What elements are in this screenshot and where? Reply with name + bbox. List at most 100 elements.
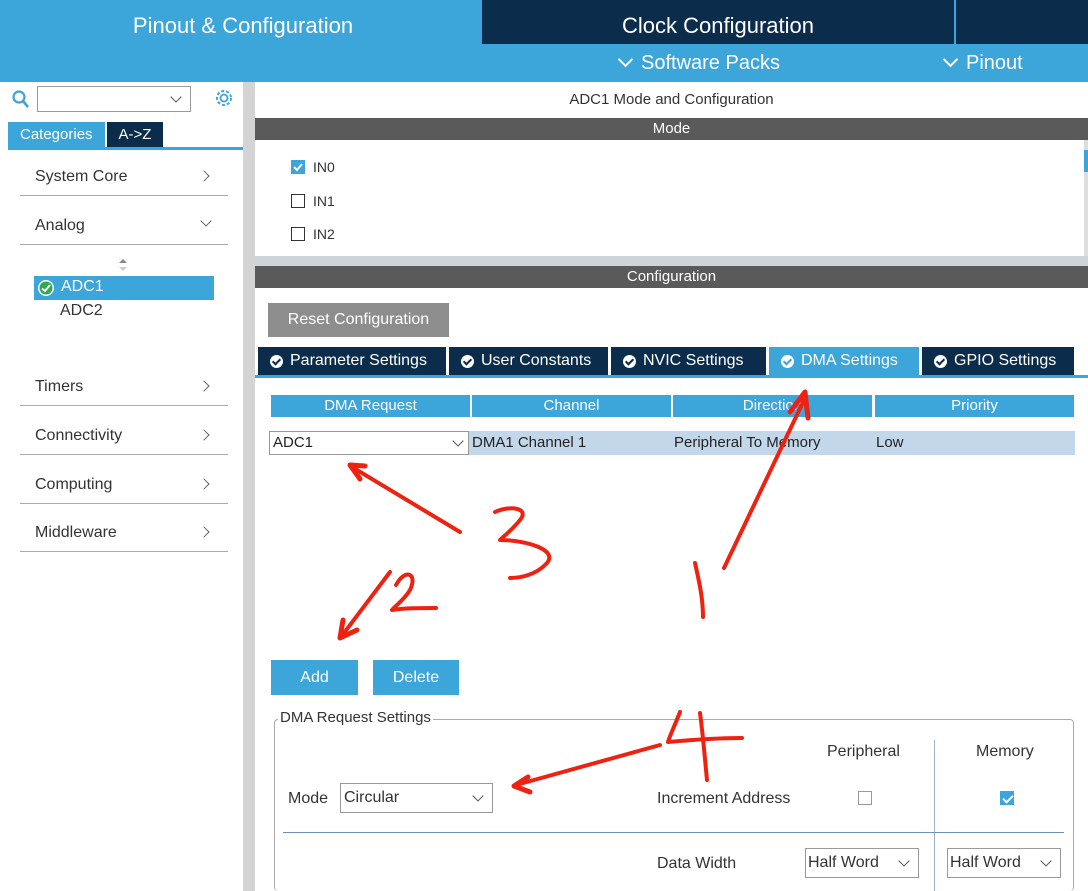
category-label: Connectivity: [35, 427, 123, 444]
memory-column-header: Memory: [976, 743, 1034, 760]
peripheral-width-value: Half Word: [808, 854, 879, 871]
analog-item-label: ADC1: [61, 278, 104, 295]
peripheral-column-header: Peripheral: [827, 743, 900, 760]
software-packs-menu[interactable]: Software Packs: [617, 44, 780, 82]
chevron-down-icon: [898, 855, 910, 867]
channel-label: IN1: [313, 193, 335, 209]
check-circle-icon: [781, 355, 794, 368]
configuration-section-header: Configuration: [255, 266, 1088, 288]
chevron-down-icon: [617, 51, 634, 68]
divider: [283, 832, 1064, 833]
tab-parameter-settings[interactable]: Parameter Settings: [258, 347, 446, 375]
dma-request-value: ADC1: [273, 434, 314, 451]
group-legend: DMA Request Settings: [278, 709, 433, 726]
chevron-down-icon: [200, 215, 212, 227]
channel-label: IN0: [313, 159, 335, 175]
software-packs-label: Software Packs: [641, 52, 780, 74]
memory-width-value: Half Word: [950, 854, 1021, 871]
chevron-right-icon: [198, 526, 210, 538]
tab-label: User Constants: [481, 352, 592, 369]
category-label: Analog: [35, 217, 85, 234]
sub-toolbar: Software Packs Pinout: [0, 44, 1088, 82]
tab-more[interactable]: [956, 0, 1088, 44]
gear-icon[interactable]: [213, 87, 235, 109]
panel-splitter[interactable]: [255, 256, 1088, 266]
category-label: System Core: [35, 168, 128, 185]
memory-increment-checkbox[interactable]: [1000, 791, 1014, 805]
chevron-right-icon: [198, 380, 210, 392]
sort-icon[interactable]: [118, 258, 128, 272]
page-title: ADC1 Mode and Configuration: [569, 91, 774, 108]
top-tab-bar: Pinout & Configuration Clock Configurati…: [0, 0, 1088, 44]
cell-channel: DMA1 Channel 1: [472, 434, 587, 451]
cell-direction: Peripheral To Memory: [674, 434, 821, 451]
mode-panel: IN0 IN1 IN2: [255, 140, 1085, 256]
add-button[interactable]: Add: [271, 660, 358, 695]
tab-a-z[interactable]: A->Z: [106, 122, 164, 147]
search-input[interactable]: [37, 86, 191, 112]
category-connectivity[interactable]: Connectivity: [20, 421, 228, 455]
tab-nvic-settings[interactable]: NVIC Settings: [611, 347, 766, 375]
sidebar-tabs: Categories A->Z: [8, 122, 164, 147]
tab-gpio-settings[interactable]: GPIO Settings: [922, 347, 1074, 375]
chevron-down-icon[interactable]: [170, 91, 182, 103]
pinout-menu[interactable]: Pinout: [942, 44, 1023, 82]
tab-pinout-configuration[interactable]: Pinout & Configuration: [6, 0, 480, 44]
search-icon[interactable]: [12, 90, 30, 110]
category-middleware[interactable]: Middleware: [20, 518, 228, 552]
tab-underline: [255, 375, 1088, 378]
tab-dma-settings[interactable]: DMA Settings: [769, 347, 919, 375]
mode-label: Mode: [288, 790, 329, 807]
category-computing[interactable]: Computing: [20, 470, 228, 504]
mode-select[interactable]: Circular: [340, 783, 493, 813]
chevron-down-icon: [472, 790, 484, 802]
tab-label: GPIO Settings: [954, 352, 1057, 369]
data-width-label: Data Width: [657, 855, 737, 872]
chevron-right-icon: [198, 170, 210, 182]
sidebar-splitter[interactable]: [243, 82, 255, 891]
peripheral-data-width-select[interactable]: Half Word: [805, 848, 919, 878]
dma-request-select[interactable]: ADC1: [269, 431, 469, 455]
column-header-priority: Priority: [875, 395, 1074, 417]
sidebar-tab-underline: [8, 147, 243, 150]
check-circle-icon: [623, 355, 636, 368]
categories-sidebar: Categories A->Z System Core Analog ADC1 …: [0, 82, 243, 891]
tab-categories[interactable]: Categories: [8, 122, 105, 147]
column-header-direction: Direction: [673, 395, 872, 417]
category-analog[interactable]: Analog: [20, 211, 228, 245]
category-label: Timers: [35, 378, 84, 395]
channel-label: IN2: [313, 226, 335, 242]
chevron-right-icon: [198, 478, 210, 490]
check-circle-icon: [934, 355, 947, 368]
increment-address-label: Increment Address: [657, 790, 791, 807]
check-circle-icon: [38, 280, 54, 296]
peripheral-increment-checkbox[interactable]: [858, 791, 872, 805]
tab-label: NVIC Settings: [643, 352, 744, 369]
tab-clock-configuration[interactable]: Clock Configuration: [482, 0, 954, 44]
mode-scrollbar-thumb[interactable]: [1084, 150, 1088, 172]
chevron-down-icon: [942, 51, 959, 68]
reset-configuration-button[interactable]: Reset Configuration: [268, 303, 449, 337]
column-header-dma-request: DMA Request: [271, 395, 470, 417]
analog-item-adc2[interactable]: ADC2: [60, 302, 103, 320]
checkbox-checked[interactable]: [291, 160, 305, 174]
delete-button[interactable]: Delete: [373, 660, 459, 695]
category-system-core[interactable]: System Core: [20, 162, 228, 196]
check-circle-icon: [270, 355, 283, 368]
column-header-channel: Channel: [472, 395, 671, 417]
category-timers[interactable]: Timers: [20, 372, 228, 406]
category-label: Computing: [35, 476, 113, 493]
chevron-right-icon: [198, 429, 210, 441]
tab-user-constants[interactable]: User Constants: [449, 347, 608, 375]
mode-section-header: Mode: [255, 118, 1088, 140]
tab-label: Parameter Settings: [290, 352, 427, 369]
analog-item-adc1[interactable]: ADC1: [34, 276, 214, 300]
mode-value: Circular: [344, 789, 400, 806]
memory-data-width-select[interactable]: Half Word: [947, 848, 1061, 878]
checkbox[interactable]: [291, 194, 305, 208]
pinout-label: Pinout: [966, 52, 1023, 74]
cell-priority: Low: [876, 434, 904, 451]
chevron-down-icon: [452, 435, 464, 447]
checkbox[interactable]: [291, 227, 305, 241]
tab-label: DMA Settings: [801, 352, 898, 369]
